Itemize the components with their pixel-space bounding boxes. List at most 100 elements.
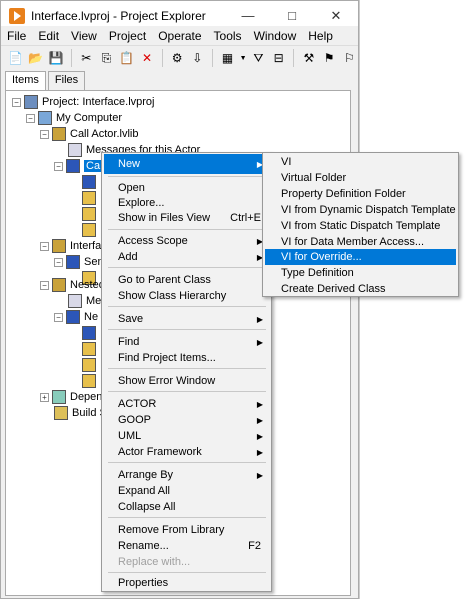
view-options-icon[interactable]: ▦ bbox=[219, 49, 236, 67]
paste-icon[interactable]: 📋 bbox=[118, 49, 135, 67]
toolbar-separator bbox=[161, 49, 163, 67]
tree-item-vi[interactable] bbox=[82, 190, 100, 206]
tree-item-vi[interactable] bbox=[82, 341, 100, 357]
menu-operate[interactable]: Operate bbox=[152, 29, 207, 43]
sub-label: VI bbox=[281, 156, 292, 168]
collapse-toggle-icon[interactable]: − bbox=[12, 97, 21, 107]
tree-item-vi[interactable] bbox=[82, 206, 100, 222]
sub-vi-dynamic-dispatch[interactable]: VI from Dynamic Dispatch Template bbox=[265, 202, 456, 218]
tree-item-project[interactable]: − Project: Interface.lvproj bbox=[12, 94, 155, 110]
collapse-toggle-icon[interactable]: − bbox=[54, 312, 63, 322]
sub-vi-static-dispatch[interactable]: VI from Static Dispatch Template bbox=[265, 218, 456, 234]
sub-label: VI from Static Dispatch Template bbox=[281, 220, 441, 232]
submenu-arrow-icon: ▶ bbox=[256, 314, 263, 324]
sub-create-derived-class[interactable]: Create Derived Class bbox=[265, 281, 456, 297]
tree-item-label: Call Actor.lvlib bbox=[70, 128, 139, 140]
ctx-add[interactable]: Add ▶ bbox=[104, 247, 269, 267]
ctx-label: Add bbox=[118, 251, 138, 263]
class-icon bbox=[66, 310, 80, 324]
dropdown-arrow-icon[interactable]: ▼ bbox=[239, 49, 247, 67]
ctx-collapse-all[interactable]: Collapse All bbox=[104, 497, 269, 517]
collapse-toggle-icon[interactable]: − bbox=[40, 129, 49, 139]
ctx-replace-with: Replace with... bbox=[104, 552, 269, 572]
ctx-show-class-hierarchy[interactable]: Show Class Hierarchy bbox=[104, 286, 269, 306]
ctx-label: Actor Framework bbox=[118, 446, 202, 458]
ctx-label: Collapse All bbox=[118, 501, 176, 513]
sub-property-definition-folder[interactable]: Property Definition Folder bbox=[265, 186, 456, 202]
vi-icon bbox=[82, 191, 96, 205]
tree-item-nested-class[interactable]: − Ne bbox=[54, 309, 98, 325]
ctx-label: Find bbox=[118, 336, 140, 348]
new-file-icon[interactable]: 📄 bbox=[7, 49, 24, 67]
sub-vi-for-override[interactable]: VI for Override... bbox=[265, 249, 456, 265]
tree-item-nested-lib[interactable]: − Nested bbox=[40, 277, 105, 293]
sub-label: Type Definition bbox=[281, 267, 354, 279]
menu-edit[interactable]: Edit bbox=[32, 29, 65, 43]
tree-item-my-computer[interactable]: − My Computer bbox=[26, 110, 122, 126]
tool-icon-2[interactable]: ⚑ bbox=[321, 49, 338, 67]
ctx-actor-framework[interactable]: Actor Framework ▶ bbox=[104, 442, 269, 462]
ctx-show-in-files-view[interactable]: Show in Files View Ctrl+E bbox=[104, 208, 269, 228]
sub-type-definition[interactable]: Type Definition bbox=[265, 265, 456, 281]
tree-item-vi[interactable] bbox=[82, 174, 100, 190]
tree-item-dependencies[interactable]: + Depen bbox=[40, 389, 102, 405]
tree-item-label: Nested bbox=[70, 279, 105, 291]
sub-virtual-folder[interactable]: Virtual Folder bbox=[265, 170, 456, 186]
view-tabs: Items Files bbox=[5, 71, 87, 92]
ctx-properties[interactable]: Properties bbox=[104, 573, 269, 593]
tree-item-vi[interactable] bbox=[82, 373, 100, 389]
delete-icon[interactable]: ✕ bbox=[138, 49, 155, 67]
sub-label: VI from Dynamic Dispatch Template bbox=[281, 204, 456, 216]
deploy-icon[interactable]: ⇩ bbox=[189, 49, 206, 67]
collapse-toggle-icon[interactable]: − bbox=[26, 113, 35, 123]
ctx-save[interactable]: Save ▶ bbox=[104, 309, 269, 329]
ctx-find-project-items[interactable]: Find Project Items... bbox=[104, 348, 269, 368]
collapse-toggle-icon[interactable]: − bbox=[40, 280, 49, 290]
tab-items[interactable]: Items bbox=[5, 71, 46, 92]
tree-item-vi[interactable] bbox=[82, 222, 100, 238]
menu-file[interactable]: File bbox=[1, 29, 32, 43]
open-folder-icon[interactable]: 📂 bbox=[27, 49, 44, 67]
tool-icon-1[interactable]: ⚒ bbox=[300, 49, 317, 67]
tree-item-interface-lib[interactable]: − Interfa bbox=[40, 238, 101, 254]
tree-item-nested-messages[interactable]: Me bbox=[68, 293, 101, 309]
build-icon[interactable]: ⚙ bbox=[169, 49, 186, 67]
copy-icon[interactable]: ⎘ bbox=[98, 49, 115, 67]
menu-help[interactable]: Help bbox=[302, 29, 339, 43]
library-icon bbox=[52, 127, 66, 141]
tree-item-label: Ne bbox=[84, 311, 99, 323]
tree-item-vi[interactable] bbox=[82, 325, 100, 341]
tab-files[interactable]: Files bbox=[47, 71, 86, 91]
tool-icon-3[interactable]: ⚐ bbox=[341, 49, 358, 67]
menu-tools[interactable]: Tools bbox=[208, 29, 248, 43]
menu-separator bbox=[108, 176, 266, 177]
ctx-new[interactable]: New ▶ bbox=[104, 154, 269, 174]
filter-icon[interactable]: ⛛ bbox=[250, 49, 267, 67]
tree-item-vi[interactable] bbox=[82, 357, 100, 373]
ctx-show-error-window[interactable]: Show Error Window bbox=[104, 371, 269, 391]
menu-project[interactable]: Project bbox=[103, 29, 152, 43]
tree-item-call-actor-class[interactable]: − Ca bbox=[54, 158, 103, 174]
collapse-toggle-icon[interactable]: − bbox=[54, 257, 63, 267]
sub-vi-data-member-access[interactable]: VI for Data Member Access... bbox=[265, 234, 456, 250]
expand-toggle-icon[interactable]: + bbox=[40, 392, 49, 402]
menu-separator bbox=[108, 229, 266, 230]
menu-separator bbox=[108, 306, 266, 307]
toolbar: 📄 📂 💾 ✂ ⎘ 📋 ✕ ⚙ ⇩ ▦ ▼ ⛛ ⊟ ⚒ ⚑ ⚐ bbox=[1, 46, 358, 70]
message-folder-icon bbox=[68, 143, 82, 157]
class-icon bbox=[82, 175, 96, 189]
save-all-icon[interactable]: 💾 bbox=[47, 49, 64, 67]
collapse-toggle-icon[interactable]: − bbox=[40, 241, 49, 251]
sub-vi[interactable]: VI bbox=[265, 154, 456, 170]
tree-item-label: Ca bbox=[84, 160, 103, 172]
menu-window[interactable]: Window bbox=[248, 29, 303, 43]
submenu-arrow-icon: ▶ bbox=[256, 447, 263, 457]
collapse-icon[interactable]: ⊟ bbox=[270, 49, 287, 67]
menu-view[interactable]: View bbox=[65, 29, 103, 43]
tree-item-build-specs[interactable]: Build S bbox=[54, 405, 107, 421]
cut-icon[interactable]: ✂ bbox=[78, 49, 95, 67]
collapse-toggle-icon[interactable]: − bbox=[54, 161, 63, 171]
ctx-label: New bbox=[118, 158, 141, 170]
tree-item-send-class[interactable]: − Sen bbox=[54, 254, 104, 270]
tree-item-call-actor-lib[interactable]: − Call Actor.lvlib bbox=[40, 126, 138, 142]
